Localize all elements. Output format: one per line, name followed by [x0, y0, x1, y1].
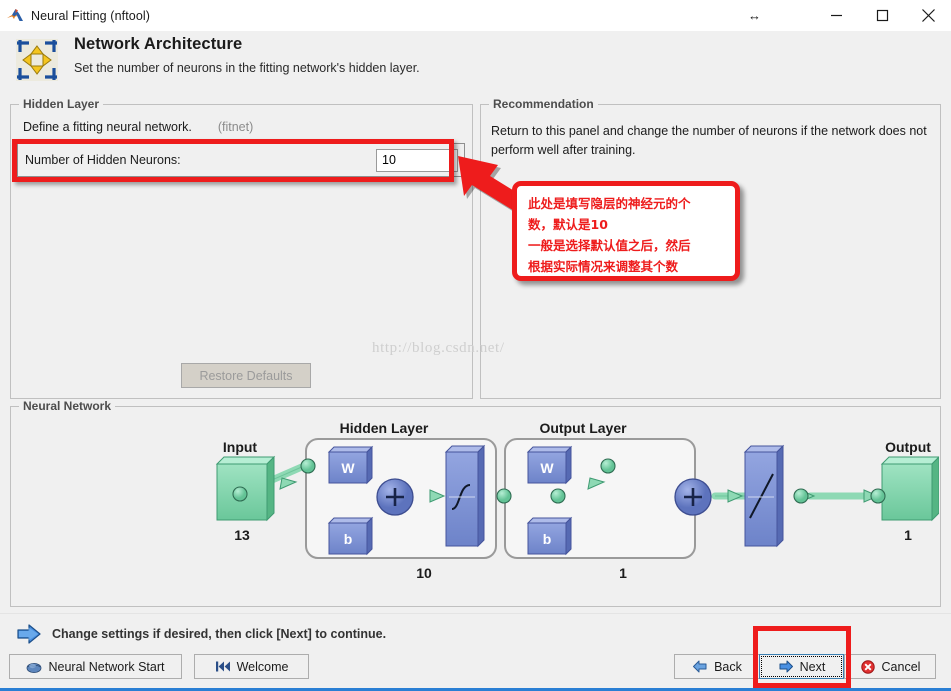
annotation-callout-text: 此处是填写隐层的神经元的个 数，默认是10 一般是选择默认值之后，然后 根据实际… [528, 196, 691, 274]
hidden-neurons-input[interactable]: 10 [376, 149, 458, 172]
recommendation-text: Return to this panel and change the numb… [491, 124, 927, 157]
output-label: Output [885, 439, 931, 455]
blue-right-arrow-icon [16, 624, 42, 644]
hidden-layer-legend: Hidden Layer [19, 97, 104, 111]
output-layer-diagram-label: Output Layer [539, 420, 627, 436]
welcome-button[interactable]: Welcome [194, 654, 309, 679]
skip-back-icon [215, 659, 231, 675]
page-header: Network Architecture Set the number of n… [0, 31, 951, 95]
navigation-buttons: Back Next Cancel [674, 654, 936, 679]
maximize-icon[interactable] [859, 0, 905, 31]
restore-defaults-button[interactable]: Restore Defaults [181, 363, 311, 388]
output-transfer-block [743, 444, 785, 548]
hidden-neurons-label: Number of Hidden Neurons: [25, 153, 181, 167]
back-label: Back [714, 659, 742, 674]
status-text: Change settings if desired, then click [… [52, 627, 387, 641]
recommendation-legend: Recommendation [489, 97, 598, 111]
hidden-sum-node [376, 478, 414, 516]
network-architecture-icon [12, 35, 62, 85]
back-button[interactable]: Back [674, 654, 759, 679]
output-block [880, 455, 941, 522]
output-size: 1 [904, 527, 912, 543]
divider [0, 613, 951, 614]
output-sum-node [674, 478, 712, 516]
svg-text:b: b [543, 531, 552, 547]
window-title: Neural Fitting (nftool) [31, 8, 151, 23]
input-label: Input [223, 439, 258, 455]
svg-text:W: W [540, 460, 554, 476]
resize-cursor-icon: ↔ [748, 8, 761, 23]
page-title: Network Architecture [74, 35, 243, 53]
hidden-bias-block: b [327, 516, 374, 556]
close-icon[interactable] [905, 0, 951, 31]
matlab-membrane-icon [6, 8, 24, 24]
cancel-circle-icon [860, 659, 876, 675]
input-block [215, 455, 276, 522]
cancel-button[interactable]: Cancel [844, 654, 936, 679]
annotation-callout: 此处是填写隐层的神经元的个 数，默认是10 一般是选择默认值之后，然后 根据实际… [512, 181, 740, 281]
hidden-neurons-row: Number of Hidden Neurons: 10 [17, 143, 465, 177]
brain-icon [26, 659, 42, 675]
welcome-label: Welcome [236, 659, 289, 674]
minimize-icon[interactable] [813, 0, 859, 31]
hidden-layer-description-text: Define a fitting neural network. [23, 120, 192, 134]
output-weight-block: W [526, 445, 573, 485]
hidden-transfer-block [444, 444, 486, 548]
neural-network-diagram: Input 13 Hidden Layer W b 10 Output Laye… [12, 408, 941, 605]
hidden-layer-panel: Hidden Layer Define a fitting neural net… [10, 97, 473, 399]
neural-network-start-label: Neural Network Start [48, 659, 165, 674]
next-button[interactable]: Next [759, 654, 844, 679]
svg-text:W: W [341, 460, 355, 476]
output-bias-block: b [526, 516, 573, 556]
hidden-layer-diagram-label: Hidden Layer [340, 420, 429, 436]
hidden-layer-description: Define a fitting neural network. (fitnet) [23, 120, 253, 134]
hidden-layer-size: 10 [416, 565, 432, 581]
output-layer-size: 1 [619, 565, 627, 581]
title-bar: Neural Fitting (nftool) ↔ [0, 0, 951, 31]
page-subtitle: Set the number of neurons in the fitting… [74, 61, 420, 75]
fitnet-hint: (fitnet) [217, 120, 254, 134]
input-size: 13 [234, 527, 250, 543]
next-label: Next [799, 659, 826, 674]
cancel-label: Cancel [881, 659, 921, 674]
left-arrow-icon [692, 659, 708, 675]
hidden-weight-block: W [327, 445, 374, 485]
svg-text:b: b [344, 531, 353, 547]
neural-network-start-button[interactable]: Neural Network Start [9, 654, 182, 679]
nftool-window: Neural Fitting (nftool) ↔ Network Archit… [0, 0, 951, 691]
status-row: Change settings if desired, then click [… [0, 620, 951, 648]
right-arrow-icon [778, 659, 794, 675]
